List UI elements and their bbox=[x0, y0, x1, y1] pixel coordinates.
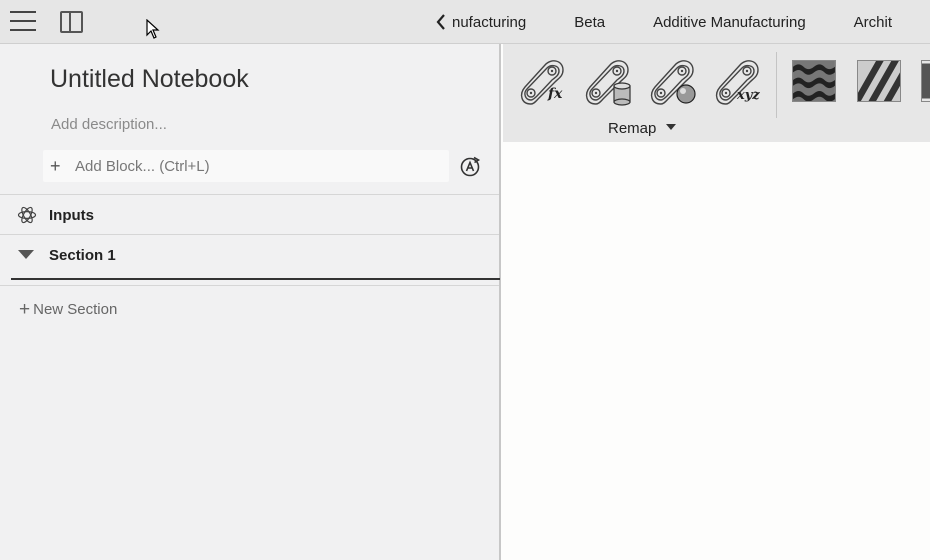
new-section-button[interactable]: + New Section bbox=[19, 299, 117, 321]
remap-dropdown[interactable]: Remap bbox=[608, 120, 677, 137]
viewport-canvas[interactable] bbox=[503, 142, 930, 560]
stripe-texture-icon[interactable] bbox=[857, 60, 901, 102]
chevron-left-icon[interactable] bbox=[434, 12, 448, 32]
add-block-label: Add Block... (Ctrl+L) bbox=[75, 158, 210, 175]
add-block-input[interactable]: + Add Block... (Ctrl+L) bbox=[43, 150, 449, 182]
xyz-text: xyz bbox=[736, 88, 760, 103]
remap-xyz-icon[interactable]: xyz bbox=[712, 56, 764, 108]
panel-toggle-icon[interactable] bbox=[60, 11, 83, 33]
ribbon-divider bbox=[776, 52, 777, 118]
section-label: Section 1 bbox=[49, 247, 116, 264]
remap-fx-icon[interactable]: fx bbox=[517, 56, 569, 108]
caret-down-icon[interactable] bbox=[18, 250, 34, 259]
tab-additive-manufacturing[interactable]: Additive Manufacturing bbox=[629, 14, 830, 31]
remap-cylinder-icon[interactable] bbox=[582, 56, 634, 108]
section-divider bbox=[0, 285, 499, 286]
ribbon-tabs: nufacturing Beta Additive Manufacturing … bbox=[430, 0, 930, 44]
section-row[interactable]: Section 1 bbox=[0, 234, 499, 279]
ribbon-panel: fx xyz Remap bbox=[503, 44, 930, 142]
remap-sphere-icon[interactable] bbox=[647, 56, 699, 108]
notebook-title[interactable]: Untitled Notebook bbox=[50, 65, 249, 94]
new-section-label: New Section bbox=[33, 301, 118, 318]
auto-run-icon[interactable] bbox=[459, 156, 481, 178]
plus-icon: + bbox=[19, 299, 31, 320]
notebook-panel: Untitled Notebook Add description... + A… bbox=[0, 44, 501, 560]
tab-beta[interactable]: Beta bbox=[550, 14, 629, 31]
tab-architecture[interactable]: Archit bbox=[830, 14, 892, 31]
remap-label: Remap bbox=[608, 120, 657, 137]
inputs-row[interactable]: Inputs bbox=[0, 194, 499, 234]
texture-partial-icon[interactable] bbox=[921, 60, 930, 102]
wavy-texture-icon[interactable] bbox=[792, 60, 836, 102]
plus-icon: + bbox=[50, 156, 61, 176]
top-bar: nufacturing Beta Additive Manufacturing … bbox=[0, 0, 930, 44]
atom-icon bbox=[17, 206, 37, 224]
tab-manufacturing[interactable]: nufacturing bbox=[452, 14, 550, 31]
hamburger-menu-icon[interactable] bbox=[10, 11, 36, 33]
fx-text: fx bbox=[547, 86, 563, 102]
inputs-label: Inputs bbox=[49, 207, 94, 224]
caret-down-icon bbox=[666, 124, 677, 130]
section-underline bbox=[11, 278, 500, 280]
mouse-cursor-icon bbox=[146, 19, 160, 39]
description-field[interactable]: Add description... bbox=[51, 116, 167, 133]
